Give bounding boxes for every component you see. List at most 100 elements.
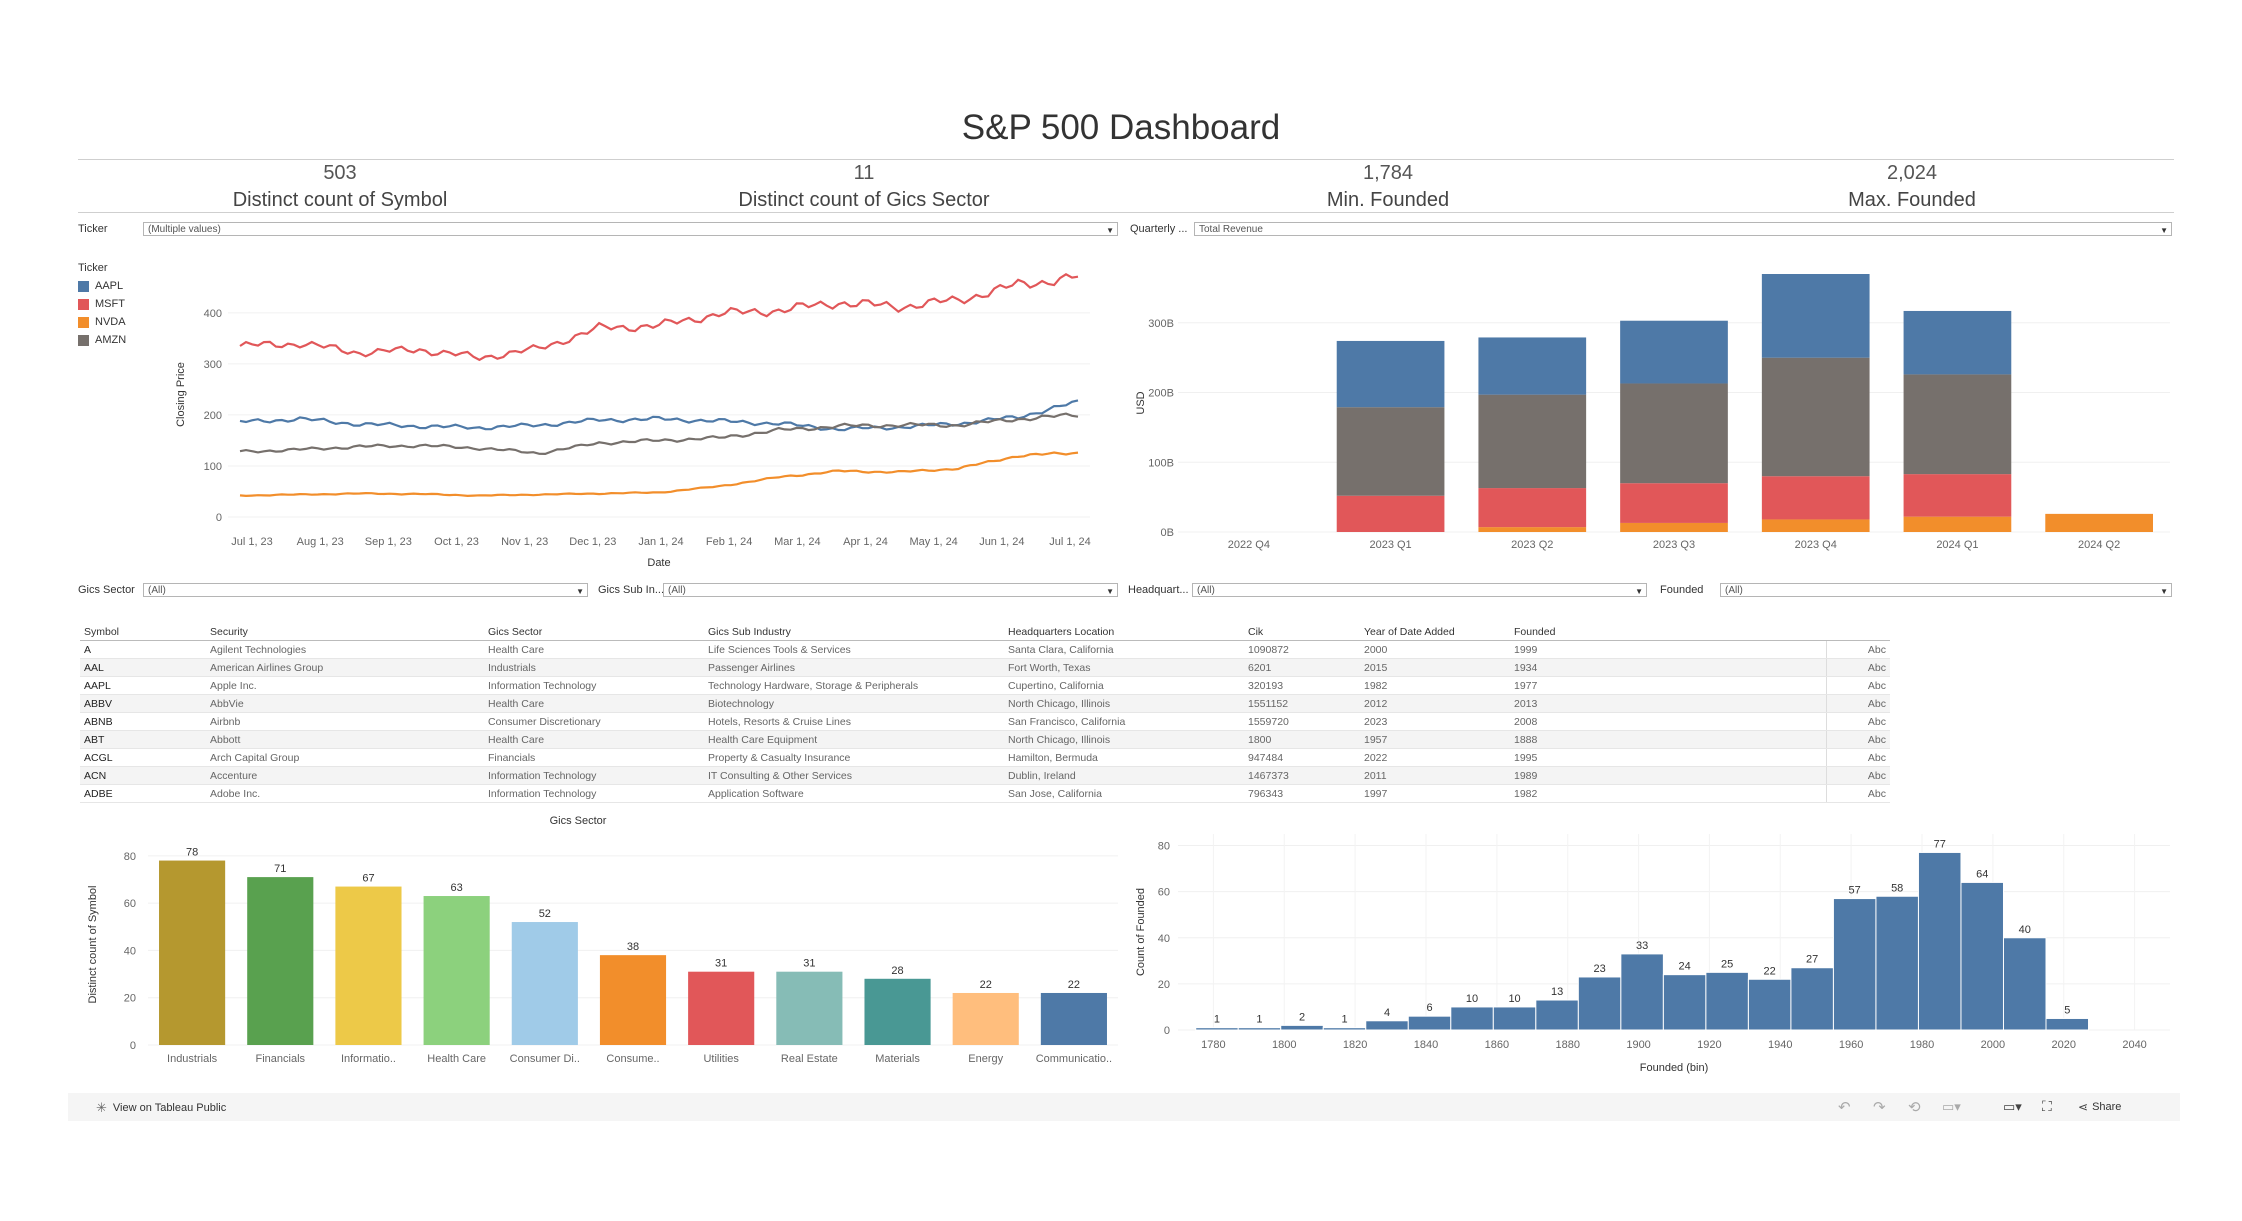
y-tick-label: 200B — [1148, 388, 1174, 400]
table-cell: ABBV — [80, 694, 206, 713]
histogram-bar — [1492, 1006, 1537, 1031]
x-axis-label: Founded (bin) — [1640, 1062, 1709, 1074]
bar-segment-aapl — [1478, 337, 1587, 395]
column-header[interactable]: Symbol — [80, 624, 206, 641]
bar — [599, 955, 667, 1045]
x-tick-label: Financials — [256, 1053, 306, 1065]
x-tick-label: 1800 — [1272, 1039, 1296, 1051]
bar-segment-nvda — [1478, 527, 1587, 532]
column-header[interactable]: Gics Sub Industry — [704, 624, 1004, 641]
table-row[interactable]: AAL American Airlines Group Industrials Pas… — [80, 658, 1890, 677]
table-cell: 1989 — [1510, 766, 1826, 785]
bar — [247, 877, 314, 1045]
histogram-bar — [1280, 1024, 1324, 1031]
table-cell: 1999 — [1510, 640, 1826, 659]
x-tick-label: Nov 1, 23 — [501, 536, 548, 548]
bar-segment-nvda — [1620, 522, 1728, 532]
table-cell: Health Care — [484, 730, 704, 749]
column-header[interactable]: Founded — [1510, 624, 1826, 641]
x-tick-label: 1980 — [1910, 1039, 1934, 1051]
column-header[interactable]: Year of Date Added — [1360, 624, 1510, 641]
table-cell: Life Sciences Tools & Services — [704, 640, 1004, 659]
x-tick-label: Energy — [968, 1053, 1003, 1065]
legend-item[interactable]: NVDA — [78, 313, 126, 331]
dropdown-arrow-icon: ▼ — [576, 587, 584, 596]
y-tick-label: 0 — [1164, 1025, 1170, 1037]
x-tick-label: 2023 Q4 — [1795, 539, 1837, 551]
table-row[interactable]: ABNB Airbnb Consumer Discretionary Hotels, … — [80, 712, 1890, 731]
table-cell: Arch Capital Group — [206, 748, 484, 767]
founded-filter-dropdown[interactable]: (All) ▼ — [1720, 583, 2172, 597]
legend-item[interactable]: MSFT — [78, 295, 126, 313]
gics-sub-filter-label: Gics Sub In... — [598, 584, 665, 596]
legend-label: NVDA — [95, 316, 126, 328]
table-row[interactable]: ACN Accenture Information Technology IT Con… — [80, 766, 1890, 785]
kpi-value: 1,784 — [1362, 162, 1414, 184]
table-cell: 2008 — [1510, 712, 1826, 731]
y-tick-label: 20 — [124, 993, 136, 1005]
legend-swatch — [78, 280, 89, 292]
x-tick-label: 1780 — [1201, 1039, 1225, 1051]
table-cell: Health Care — [484, 640, 704, 659]
gics-sub-filter-dropdown[interactable]: (All) ▼ — [663, 583, 1118, 597]
table-cell: Apple Inc. — [206, 676, 484, 695]
data-label: 4 — [1384, 1007, 1390, 1019]
undo-icon[interactable]: ↶ — [1838, 1098, 1851, 1116]
table-cell: 1551152 — [1244, 694, 1360, 713]
data-label: 10 — [1508, 993, 1520, 1005]
x-tick-label: 2023 Q3 — [1653, 539, 1695, 551]
table-cell: 1934 — [1510, 658, 1826, 677]
share-button[interactable]: ⋖ Share — [2078, 1100, 2121, 1114]
revert-icon[interactable]: ⟲ — [1908, 1098, 1921, 1116]
pause-updates-icon[interactable]: ▭▾ — [1942, 1099, 1961, 1115]
gics-sector-filter-dropdown[interactable]: (All) ▼ — [143, 583, 588, 597]
table-cell-abc: Abc — [1825, 766, 1890, 785]
column-header[interactable]: Headquarters Location — [1004, 624, 1244, 641]
table-row[interactable]: A Agilent Technologies Health Care Life Sci… — [80, 640, 1890, 659]
x-tick-label: 2000 — [1981, 1039, 2005, 1051]
x-tick-label: Jan 1, 24 — [638, 536, 683, 548]
ticker-filter-dropdown[interactable]: (Multiple values) ▼ — [143, 222, 1118, 236]
y-axis-label: Count of Founded — [1135, 888, 1147, 976]
y-tick-label: 300B — [1148, 318, 1174, 330]
table-cell: 947484 — [1244, 748, 1360, 767]
headquarters-filter-dropdown[interactable]: (All) ▼ — [1192, 583, 1647, 597]
bar — [159, 860, 226, 1045]
column-header[interactable]: Gics Sector — [484, 624, 704, 641]
bar-segment-nvda — [1903, 516, 2012, 532]
data-label: 23 — [1593, 963, 1605, 975]
headquarters-filter-label: Headquart... — [1128, 584, 1189, 596]
table-cell: 1977 — [1510, 676, 1826, 695]
table-cell: ACN — [80, 766, 206, 785]
view-on-tableau-public-link[interactable]: ✳ View on Tableau Public — [96, 1100, 226, 1116]
ticker-filter-label: Ticker — [78, 223, 108, 235]
table-row[interactable]: ABT Abbott Health Care Health Care Equipmen… — [80, 730, 1890, 749]
tableau-logo-icon: ✳ — [96, 1100, 107, 1115]
redo-icon[interactable]: ↷ — [1873, 1098, 1886, 1116]
legend-item[interactable]: AAPL — [78, 277, 126, 295]
table-cell: AAL — [80, 658, 206, 677]
column-header[interactable]: Security — [206, 624, 484, 641]
table-cell-abc: Abc — [1825, 640, 1890, 659]
x-tick-label: Feb 1, 24 — [706, 536, 752, 548]
histogram-bar — [1577, 976, 1622, 1031]
legend-item[interactable]: AMZN — [78, 331, 126, 349]
table-cell: 320193 — [1244, 676, 1360, 695]
bar-segment-amzn — [1478, 394, 1587, 489]
fullscreen-icon[interactable]: ⛶ — [2042, 1098, 2052, 1115]
column-header[interactable]: Cik — [1244, 624, 1360, 641]
x-tick-label: Jun 1, 24 — [979, 536, 1024, 548]
histogram-bar — [1790, 967, 1834, 1031]
table-row[interactable]: ACGL Arch Capital Group Financials Property… — [80, 748, 1890, 767]
quarterly-filter-dropdown[interactable]: Total Revenue ▼ — [1194, 222, 2172, 236]
legend-swatch — [78, 316, 89, 328]
x-tick-label: Utilities — [703, 1053, 739, 1065]
table-row[interactable]: ADBE Adobe Inc. Information Technology Appl… — [80, 784, 1890, 803]
table-row[interactable]: ABBV AbbVie Health Care Biotechnology North … — [80, 694, 1890, 713]
table-row[interactable]: AAPL Apple Inc. Information Technology Tech… — [80, 676, 1890, 695]
kpi-min-founded: 1,784 Min. Founded — [1126, 160, 1650, 214]
dropdown-arrow-icon: ▼ — [2160, 587, 2168, 596]
table-cell: North Chicago, Illinois — [1004, 730, 1244, 749]
table-cell: 2000 — [1360, 640, 1510, 659]
device-preview-icon[interactable]: ▭▾ — [2003, 1099, 2022, 1115]
